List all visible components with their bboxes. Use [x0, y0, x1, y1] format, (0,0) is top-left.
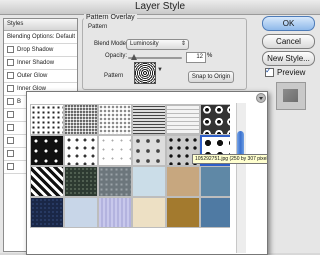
checkbox[interactable] — [7, 110, 14, 118]
pattern-tile-steel-blue[interactable] — [200, 197, 230, 228]
pattern-swatch[interactable] — [134, 62, 156, 84]
style-outer-glow[interactable]: Outer Glow — [4, 70, 77, 83]
pattern-tile-floral-1[interactable] — [200, 104, 230, 135]
picker-scrollbar-track[interactable] — [236, 103, 246, 253]
opacity-slider-handle[interactable] — [131, 54, 138, 60]
pattern-tile-blue-gray[interactable] — [200, 166, 230, 197]
ok-button[interactable]: OK — [262, 16, 315, 31]
opacity-unit: % — [207, 53, 213, 59]
pattern-tile-dark-stripes[interactable] — [132, 104, 166, 135]
window-title: Layer Style — [134, 1, 186, 12]
pattern-tooltip: 105292751.jpg (250 by 307 pixels, RGB mo… — [192, 154, 268, 164]
pattern-tile-light-blue-noise[interactable] — [64, 197, 98, 228]
chevron-updown-icon: ⇕ — [180, 41, 186, 47]
pattern-tile-polka-dots[interactable] — [30, 104, 64, 135]
pattern-tile-gold-brown[interactable] — [166, 197, 200, 228]
style-inner-shadow[interactable]: Inner Shadow — [4, 57, 77, 70]
pattern-grid — [30, 104, 230, 254]
checkbox[interactable] — [7, 71, 14, 79]
pattern-tile-damask-gray[interactable] — [132, 135, 166, 166]
pattern-tile-floral-light[interactable] — [98, 135, 132, 166]
picker-menu-icon[interactable] — [256, 93, 266, 103]
pattern-tile-lace-1[interactable] — [64, 135, 98, 166]
opacity-label: Opacity: — [105, 53, 128, 59]
pattern-tile-speckle[interactable] — [98, 104, 132, 135]
blend-mode-label: Blend Mode: — [94, 41, 128, 47]
checkbox[interactable] — [7, 45, 14, 53]
pattern-tile-geo-bw[interactable] — [30, 166, 64, 197]
pattern-tile-damask-black[interactable] — [30, 135, 64, 166]
style-drop-shadow[interactable]: Drop Shadow — [4, 44, 77, 57]
checkbox[interactable] — [7, 162, 14, 170]
pattern-tile-tan-paper[interactable] — [166, 166, 200, 197]
pattern-tile-navy-noise[interactable] — [30, 197, 64, 228]
blending-options[interactable]: Blending Options: Default — [4, 31, 77, 44]
pattern-tile-green-noise[interactable] — [64, 166, 98, 197]
snap-to-origin-button[interactable]: Snap to Origin — [188, 71, 234, 83]
blend-mode-select[interactable]: Luminosity ⇕ — [126, 39, 189, 50]
opacity-input[interactable]: 12 — [186, 52, 206, 63]
pattern-tile-light-stripes[interactable] — [166, 104, 200, 135]
pattern-tile-lavender[interactable] — [98, 197, 132, 228]
pattern-tile-gray-stone[interactable] — [98, 166, 132, 197]
checkbox[interactable] — [7, 97, 14, 105]
new-style-button[interactable]: New Style... — [262, 51, 315, 66]
checkbox[interactable] — [7, 149, 14, 157]
preview-toggle[interactable]: Preview — [265, 66, 305, 78]
preview-thumbnail — [276, 82, 306, 110]
checkbox[interactable] — [7, 58, 14, 66]
pattern-label: Pattern — [104, 73, 124, 79]
pattern-tile-noise-gray[interactable] — [64, 104, 98, 135]
cancel-button[interactable]: Cancel — [262, 34, 315, 49]
pattern-tile-cream[interactable] — [132, 197, 166, 228]
dropdown-triangle-icon[interactable]: ▼ — [157, 67, 163, 73]
preview-checkbox[interactable] — [265, 66, 274, 78]
title-bar: Layer Style — [0, 0, 320, 15]
checkbox[interactable] — [7, 84, 14, 92]
checkbox[interactable] — [7, 123, 14, 131]
pattern-subtitle: Pattern — [88, 24, 108, 30]
styles-header[interactable]: Styles — [4, 19, 77, 31]
checkbox[interactable] — [7, 136, 14, 144]
pattern-overlay-title: Pattern Overlay — [84, 14, 137, 21]
pattern-tile-pale-blue[interactable] — [132, 166, 166, 197]
